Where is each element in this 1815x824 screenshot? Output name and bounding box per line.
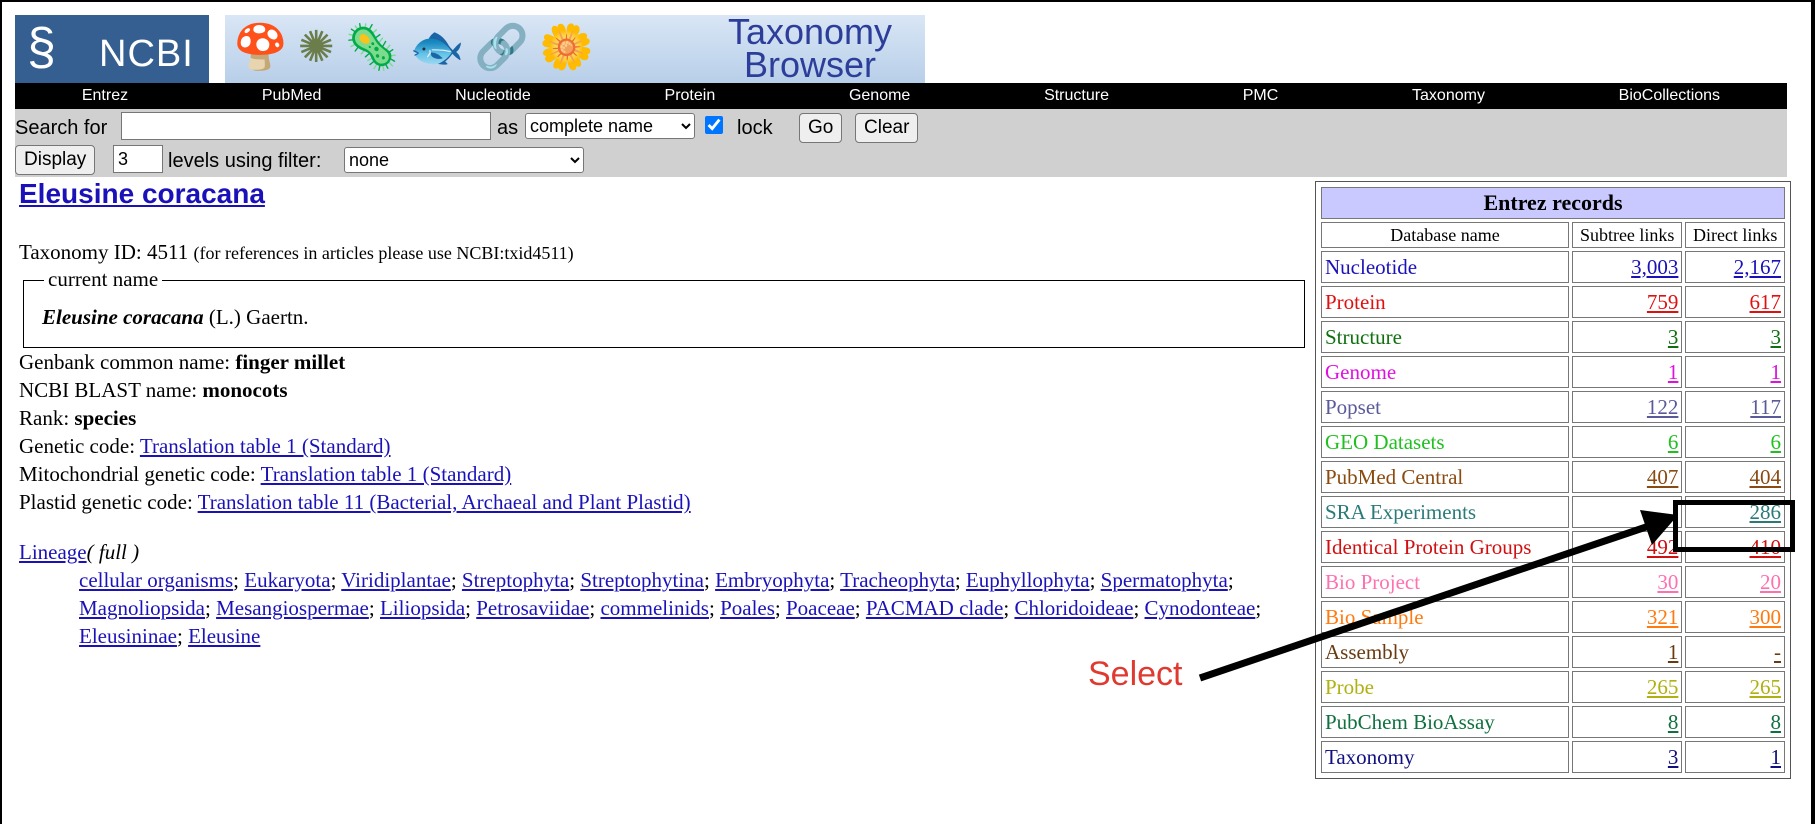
annotation-select-label: Select (1088, 655, 1183, 693)
annotation-arrow (1198, 510, 1678, 682)
annotation-highlight-box (1673, 500, 1795, 552)
arrow-shaft (1198, 521, 1654, 682)
